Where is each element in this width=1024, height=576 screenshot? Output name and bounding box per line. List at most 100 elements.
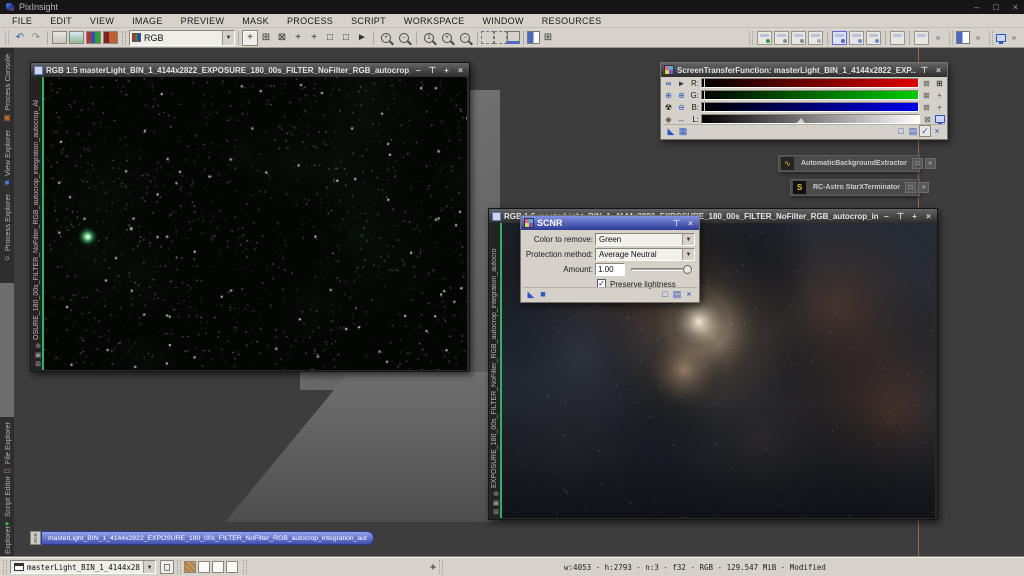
view-selector-strip[interactable]: EXPOSURE_180_00s_FILTER_NoFilter_RGB_aut… bbox=[490, 223, 502, 518]
lock-icon[interactable]: ⊠ bbox=[493, 508, 499, 517]
zoom-optimal-icon[interactable]: − bbox=[460, 33, 470, 43]
sidebar-tab-process-console[interactable]: Process Console ▣ bbox=[0, 54, 14, 122]
edit-preview-icon[interactable]: □ bbox=[338, 30, 354, 46]
sidebar-tab-process-explorer[interactable]: Process Explorer ☼ bbox=[0, 194, 14, 262]
shade-icon[interactable]: ⊤ bbox=[427, 65, 438, 76]
file-explorer-toggle-icon[interactable] bbox=[866, 31, 881, 45]
sidebar-tab-script-editor[interactable]: Script Editor ● bbox=[0, 476, 14, 528]
stf-blue-bar[interactable] bbox=[701, 102, 919, 112]
process-history-icon[interactable] bbox=[791, 31, 806, 45]
view-selector-strip[interactable]: OSURE_180_00s_FILTER_NoFilter_RGB_autocr… bbox=[32, 77, 44, 370]
zoom-out-icon[interactable]: ⊖ bbox=[676, 102, 687, 113]
process-browser-icon[interactable] bbox=[808, 31, 823, 45]
statusbar-grip[interactable] bbox=[177, 560, 181, 574]
shade-icon[interactable]: ⊤ bbox=[895, 211, 906, 222]
overflow-chevron[interactable]: » bbox=[970, 30, 986, 46]
new-view-icon[interactable]: □ bbox=[160, 560, 174, 574]
stf-red-bar[interactable] bbox=[701, 78, 919, 88]
shadows-clip-icon[interactable]: + bbox=[934, 90, 945, 101]
amount-slider-handle[interactable] bbox=[683, 265, 692, 274]
image-window-titlebar[interactable]: RGB 1:5 masterLight_BIN_1_4144x2822_EXPO… bbox=[31, 63, 469, 77]
toolbar-grip[interactable] bbox=[989, 31, 993, 45]
protection-method-dropdown[interactable]: Average Neutral ▼ bbox=[595, 248, 695, 261]
stf-green-bar[interactable] bbox=[701, 90, 919, 100]
reset-icon[interactable]: × bbox=[931, 125, 943, 137]
image-mode-icon[interactable] bbox=[103, 31, 118, 44]
track-view-check-icon[interactable]: ✓ bbox=[919, 125, 931, 137]
zoom-fit-icon[interactable]: ⊞ bbox=[258, 30, 274, 46]
undo-icon[interactable]: ↶ bbox=[12, 30, 28, 46]
black-point-icon[interactable]: ☢ bbox=[663, 102, 674, 113]
chevron-down-icon[interactable]: ▼ bbox=[682, 234, 694, 245]
amount-slider[interactable] bbox=[631, 268, 693, 271]
statusbar-grip[interactable] bbox=[243, 560, 247, 574]
close-icon[interactable]: × bbox=[923, 211, 934, 221]
menu-preview[interactable]: PREVIEW bbox=[181, 16, 225, 26]
console-toggle-icon[interactable] bbox=[890, 31, 905, 45]
apply-global-icon[interactable]: ▦ bbox=[677, 125, 689, 137]
toolbar-grip[interactable] bbox=[949, 31, 953, 45]
iconize-icon[interactable]: – bbox=[413, 65, 424, 75]
shade-icon[interactable]: ⊤ bbox=[919, 65, 930, 76]
reset-channel-icon[interactable]: ⊠ bbox=[922, 114, 933, 125]
new-instance-icon[interactable]: ◣ bbox=[525, 288, 537, 300]
stf-midtone-marker[interactable] bbox=[797, 118, 805, 123]
menu-view[interactable]: VIEW bbox=[90, 16, 114, 26]
side-panel-icon[interactable] bbox=[956, 31, 970, 44]
menu-file[interactable]: FILE bbox=[12, 16, 32, 26]
zoom-out-icon[interactable]: − bbox=[399, 33, 409, 43]
close-icon[interactable]: × bbox=[933, 65, 944, 75]
mask-icon[interactable]: ▣ bbox=[493, 499, 500, 508]
menu-image[interactable]: IMAGE bbox=[132, 16, 163, 26]
screen-monitor-icon[interactable] bbox=[935, 115, 945, 123]
zoom-to-fit-icon[interactable]: + bbox=[442, 33, 452, 43]
menu-script[interactable]: SCRIPT bbox=[351, 16, 386, 26]
zoom-11-icon[interactable]: ⊕ bbox=[676, 90, 687, 101]
close-icon[interactable]: × bbox=[685, 218, 696, 228]
workspace-icon[interactable] bbox=[914, 31, 929, 45]
restore-icon[interactable]: □ bbox=[905, 182, 916, 193]
stf-titlebar[interactable]: ScreenTransferFunction: masterLight_BIN_… bbox=[661, 63, 947, 77]
sidebar-tab-file-explorer[interactable]: File Explorer ▭ bbox=[0, 422, 14, 475]
toolbar-grip[interactable] bbox=[749, 31, 753, 45]
readout-icon[interactable]: ⊕ bbox=[35, 342, 41, 351]
edit-instance-icon[interactable]: □ bbox=[895, 125, 907, 137]
fit-view-icon[interactable] bbox=[52, 31, 67, 44]
chevron-down-icon[interactable]: ▼ bbox=[143, 561, 155, 573]
reset-channel-icon[interactable]: ⊠ bbox=[921, 78, 932, 89]
toolbar-grip[interactable] bbox=[122, 31, 126, 45]
link-rgb-icon[interactable]: ∞ bbox=[663, 78, 674, 89]
browse-doc-icon[interactable]: ▤ bbox=[907, 125, 919, 137]
iconized-starxterminator-process[interactable]: S RC-Astro StarXTerminator □ × bbox=[790, 179, 920, 196]
menu-workspace[interactable]: WORKSPACE bbox=[404, 16, 465, 26]
menu-process[interactable]: PROCESS bbox=[287, 16, 333, 26]
highlights-clip-icon[interactable]: + bbox=[934, 102, 945, 113]
virtual-monitor-icon[interactable] bbox=[996, 34, 1006, 42]
reset-channel-icon[interactable]: ⊠ bbox=[921, 102, 932, 113]
menu-resources[interactable]: RESOURCES bbox=[542, 16, 602, 26]
zoom-window-icon[interactable]: + bbox=[909, 211, 920, 221]
statusbar-grip[interactable] bbox=[3, 560, 7, 574]
reset-channel-icon[interactable]: ⊠ bbox=[921, 90, 932, 101]
channel-selector-dropdown[interactable]: RGB ▼ bbox=[129, 30, 235, 46]
overflow-chevron[interactable]: » bbox=[930, 30, 946, 46]
zoom-in-icon[interactable]: + bbox=[381, 33, 391, 43]
active-view-dropdown[interactable]: masterLight_BIN_1_4144x2822_EXP ▼ bbox=[10, 560, 156, 574]
browse-doc-icon[interactable]: ▤ bbox=[671, 288, 683, 300]
format-explorer-icon[interactable] bbox=[849, 31, 864, 45]
close-icon[interactable]: × bbox=[918, 182, 929, 193]
mask-icon[interactable]: ▣ bbox=[35, 351, 42, 360]
stf-lum-bar[interactable] bbox=[701, 114, 920, 124]
crop-icon[interactable] bbox=[507, 31, 520, 44]
process-explorer-toggle-icon[interactable] bbox=[832, 31, 847, 45]
auto-stretch-icon[interactable]: ⊞ bbox=[934, 78, 945, 89]
pan-mode-icon[interactable]: + bbox=[290, 30, 306, 46]
process-edit-icon[interactable] bbox=[774, 31, 789, 45]
process-new-icon[interactable] bbox=[757, 31, 772, 45]
statusbar-grip[interactable] bbox=[439, 560, 443, 574]
chevron-down-icon[interactable]: ▼ bbox=[222, 31, 234, 45]
starfield-image[interactable] bbox=[44, 77, 467, 370]
new-preview-icon[interactable]: □ bbox=[322, 30, 338, 46]
shade-icon[interactable]: ⊤ bbox=[671, 218, 682, 229]
chevron-down-icon[interactable]: ▼ bbox=[682, 249, 694, 260]
